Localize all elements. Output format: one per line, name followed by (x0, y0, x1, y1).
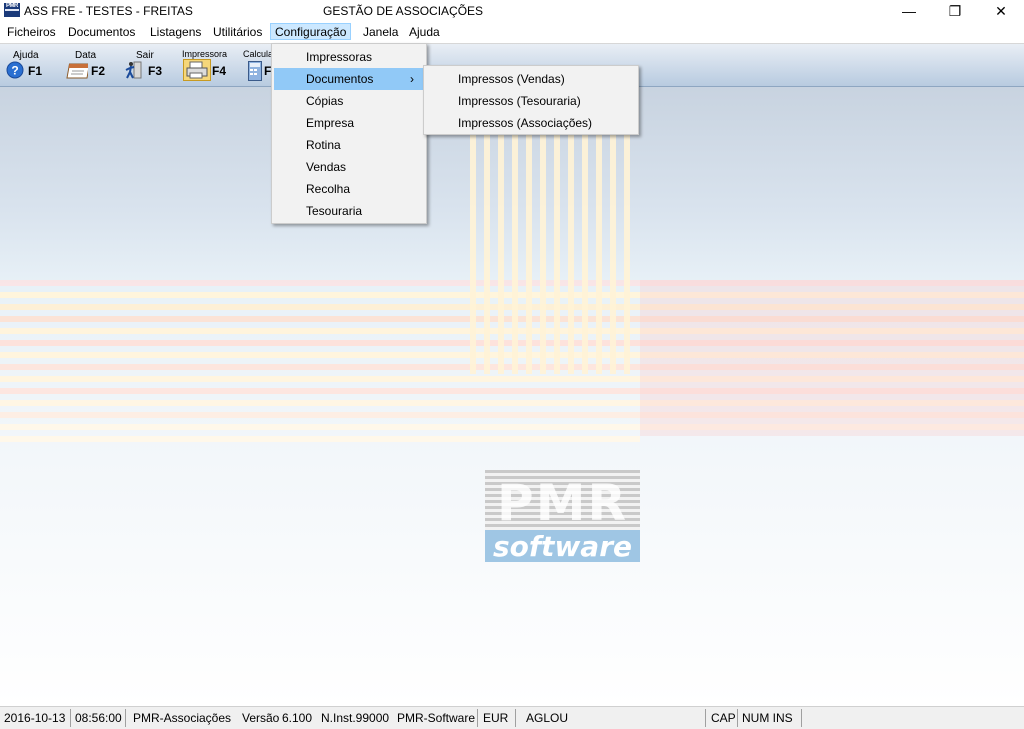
menu-item-documentos[interactable]: Documentos › (274, 68, 424, 90)
close-button[interactable]: ✕ (978, 0, 1024, 22)
status-divider (801, 709, 802, 727)
status-version-label: Versão (242, 711, 280, 725)
background-band (568, 134, 574, 374)
status-divider (515, 709, 516, 727)
toolbar-help-label: Ajuda (13, 50, 39, 61)
toolbar-date-key: F2 (91, 64, 106, 78)
background-band (582, 134, 588, 374)
minimize-button[interactable]: — (886, 0, 932, 22)
background-band (554, 134, 560, 374)
toolbar-date-label: Data (75, 50, 97, 61)
menu-ajuda[interactable]: Ajuda (409, 25, 440, 41)
app-title: GESTÃO DE ASSOCIAÇÕES (323, 4, 484, 18)
toolbar-exit-key: F3 (148, 64, 163, 78)
submenu-item-impressos-vendas[interactable]: Impressos (Vendas) (426, 68, 636, 90)
toolbar-printer-label: Impressora (182, 49, 228, 59)
exit-icon (125, 61, 142, 79)
calculator-icon (248, 61, 262, 81)
background-band (0, 436, 640, 442)
submenu-item-impressos-associacoes[interactable]: Impressos (Associações) (426, 112, 636, 134)
menu-ficheiros[interactable]: Ficheiros (7, 25, 56, 41)
status-divider (70, 709, 71, 727)
background-band (596, 134, 602, 374)
mdi-workspace: PMR software (0, 87, 1024, 706)
restore-button[interactable]: ❐ (932, 0, 978, 22)
background-band (498, 134, 504, 374)
status-divider (125, 709, 126, 727)
toolbar-printer-key: F4 (212, 64, 227, 78)
background-band (484, 134, 490, 374)
background-band (540, 134, 546, 374)
background-band (526, 134, 532, 374)
logo-pmr-text: PMR (497, 474, 628, 532)
toolbar-calculator-button[interactable]: Calcula F (242, 46, 274, 84)
menu-item-tesouraria[interactable]: Tesouraria (274, 200, 424, 222)
toolbar-help-button[interactable]: Ajuda ? F1 (4, 46, 54, 84)
documentos-submenu: Impressos (Vendas) Impressos (Tesouraria… (423, 65, 639, 135)
toolbar-calculator-label: Calcula (243, 49, 274, 59)
menu-item-empresa[interactable]: Empresa (274, 112, 424, 134)
background-band (512, 134, 518, 374)
printer-icon (183, 59, 211, 81)
menu-utilitarios[interactable]: Utilitários (213, 25, 262, 41)
logo-software-panel: software (485, 530, 640, 563)
menu-item-copias[interactable]: Cópias (274, 90, 424, 112)
menu-item-rotina[interactable]: Rotina (274, 134, 424, 156)
submenu-arrow-icon: › (410, 72, 414, 86)
background-block (640, 280, 1024, 436)
toolbar-exit-button[interactable]: Sair F3 (122, 46, 172, 84)
status-date: 2016-10-13 (4, 711, 66, 725)
toolbar-exit-label: Sair (136, 50, 154, 61)
title-bar: PMR ASS FRE - TESTES - FREITAS GESTÃO DE… (0, 0, 1024, 22)
status-caps-lock: CAP (711, 711, 736, 725)
menu-item-impressoras[interactable]: Impressoras (274, 46, 424, 68)
status-vendor: PMR-Software (397, 711, 476, 725)
toolbar-help-key: F1 (28, 64, 43, 78)
status-bar: 2016-10-13 08:56:00 PMR-Associações Vers… (0, 706, 1024, 729)
app-icon[interactable]: PMR (4, 3, 20, 17)
menu-configuracao[interactable]: Configuração (270, 23, 352, 40)
menu-bar: Ficheiros Documentos Listagens Utilitári… (0, 22, 1024, 42)
logo-software-text: software (492, 530, 632, 563)
svg-text:?: ? (11, 64, 18, 78)
background-band (624, 134, 630, 374)
calendar-icon (66, 63, 88, 79)
status-version: 6.100 (282, 711, 313, 725)
status-divider (705, 709, 706, 727)
status-divider (477, 709, 478, 727)
status-currency: EUR (483, 711, 509, 725)
menu-listagens[interactable]: Listagens (150, 25, 201, 41)
background-band (610, 134, 616, 374)
status-time: 08:56:00 (75, 711, 122, 725)
menu-janela[interactable]: Janela (363, 25, 398, 41)
window-title: ASS FRE - TESTES - FREITAS (24, 4, 193, 18)
toolbar-date-button[interactable]: Data F2 (64, 46, 114, 84)
status-user: AGLOU (526, 711, 569, 725)
submenu-item-impressos-tesouraria[interactable]: Impressos (Tesouraria) (426, 90, 636, 112)
configuracao-dropdown: Impressoras Documentos › Cópias Empresa R… (271, 43, 427, 224)
status-install-number: N.Inst.99000 (321, 711, 390, 725)
menu-item-recolha[interactable]: Recolha (274, 178, 424, 200)
help-icon: ? (6, 61, 24, 79)
status-divider (737, 709, 738, 727)
status-num-ins: NUM INS (742, 711, 793, 725)
background-band (470, 134, 476, 374)
menu-item-vendas[interactable]: Vendas (274, 156, 424, 178)
menu-documentos[interactable]: Documentos (68, 25, 135, 41)
toolbar-printer-button[interactable]: Impressora F4 (180, 46, 234, 84)
status-module: PMR-Associações (133, 711, 232, 725)
pmr-software-logo: PMR software (485, 470, 640, 563)
